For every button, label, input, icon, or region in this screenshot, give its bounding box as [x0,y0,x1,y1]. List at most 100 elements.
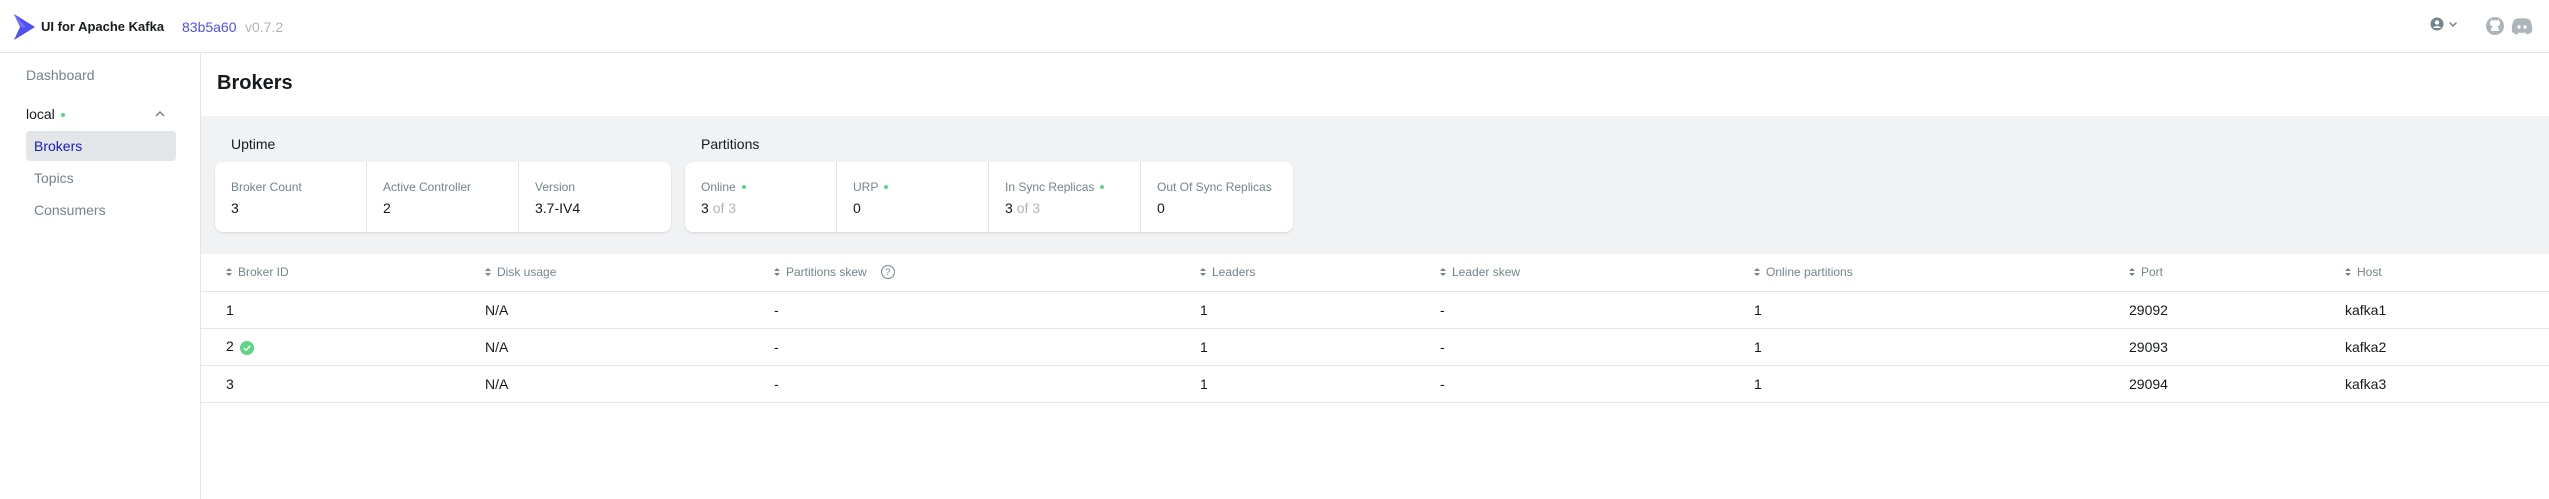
info-icon[interactable]: ? [880,265,895,280]
leader-skew-cell: - [1440,365,1754,403]
column-header-leaders[interactable]: Leaders [1200,254,1440,292]
sidebar-item-label: Topics [34,170,74,186]
metric-value-number: 3 [701,200,709,216]
online-partitions-cell: 1 [1754,365,2129,403]
metric-value: 3 [231,200,239,216]
sort-icon [1754,268,1760,277]
table-row[interactable]: 2 N/A - 1 - 1 29093 kafka2 [201,328,2549,366]
metric-value: 0 [1157,200,1165,216]
column-header-leader-skew[interactable]: Leader skew [1440,254,1754,292]
sidebar-item-label: Brokers [34,138,83,154]
sort-icon [226,268,232,277]
metric-value: 3.7-IV4 [535,200,581,216]
chevron-up-icon[interactable] [154,109,166,119]
metric-value: 0 [853,200,861,216]
port-cell: 29094 [2129,365,2345,403]
column-label: Port [2141,265,2164,280]
uptime-cards: Broker Count 3 Active Controller 2 Versi… [215,162,671,232]
cluster-status-dot [60,112,65,117]
metric-card: Out Of Sync Replicas 0 [1141,162,1293,232]
chevron-down-icon [2448,21,2458,28]
sidebar-item-consumers[interactable]: Consumers [26,195,176,225]
metric-value: 3 of 3 [701,200,820,216]
partitions-skew-cell: - [774,365,1200,403]
sidebar-item-label: Consumers [34,202,106,218]
user-menu[interactable] [2430,17,2458,31]
status-dot [1100,185,1105,189]
disk-usage-cell: N/A [485,328,774,366]
metric-label-text: Online [701,180,736,194]
sort-icon [1440,268,1446,277]
metric-label: URP [853,180,972,194]
table-row[interactable]: 3 N/A - 1 - 1 29094 kafka3 [201,365,2549,403]
online-partitions-cell: 1 [1754,328,2129,366]
column-label: Partitions skew [786,265,867,280]
brand-name[interactable]: UI for Apache Kafka [41,19,164,34]
broker-id-cell[interactable]: 3 [226,365,485,403]
metrics-panel: Uptime Broker Count 3 Active Controller … [201,116,2549,254]
cluster-toggle[interactable]: local [26,106,65,122]
online-partitions-cell: 1 [1754,291,2129,329]
metric-label: In Sync Replicas [1005,180,1124,194]
column-label: Leaders [1212,265,1256,280]
leaders-cell: 1 [1200,365,1440,403]
brokers-table: Broker ID Disk usage Partitions skew? Le… [201,254,2549,403]
page-title: Brokers [217,72,293,94]
commit-link[interactable]: 83b5a60 [182,19,237,35]
partitions-title: Partitions [701,136,760,152]
broker-id: 2 [226,338,234,355]
kafka-logo-icon[interactable] [12,13,36,41]
metric-card: Active Controller 2 [367,162,519,232]
metric-value-number: 3 [1005,200,1013,216]
user-menu-icon [2430,17,2444,31]
version-label: v0.7.2 [245,19,284,35]
column-label: Online partitions [1766,265,1853,280]
metric-label: Active Controller [383,180,472,194]
partitions-cards: Online 3 of 3 URP 0 In Sync Replicas 3 o… [685,162,1293,232]
column-header-disk-usage[interactable]: Disk usage [485,254,774,292]
github-icon[interactable] [2484,15,2506,37]
partitions-skew-cell: - [774,328,1200,366]
table-header-row: Broker ID Disk usage Partitions skew? Le… [201,254,2549,292]
sidebar-item-topics[interactable]: Topics [26,163,176,193]
broker-id-cell[interactable]: 1 [226,291,485,329]
host-cell: kafka2 [2345,328,2549,366]
broker-id-cell[interactable]: 2 [226,328,485,366]
column-label: Host [2357,265,2382,280]
disk-usage-cell: N/A [485,365,774,403]
discord-icon[interactable] [2510,15,2534,37]
sort-icon [1200,268,1206,277]
metric-card: Version 3.7-IV4 [519,162,671,232]
sidebar-item-dashboard[interactable]: Dashboard [26,67,95,83]
column-header-partitions-skew[interactable]: Partitions skew? [774,254,1200,292]
metric-value: 3 of 3 [1005,200,1124,216]
port-cell: 29092 [2129,291,2345,329]
metric-label-text: URP [853,180,879,194]
metric-value-suffix: of 3 [1016,200,1041,216]
metric-label: Version [535,180,576,194]
column-header-online-partitions[interactable]: Online partitions [1754,254,2129,292]
sidebar-item-brokers[interactable]: Brokers [26,131,176,161]
sort-icon [485,268,491,277]
column-header-host[interactable]: Host [2345,254,2549,292]
column-label: Disk usage [497,265,557,280]
metric-card: In Sync Replicas 3 of 3 [989,162,1141,232]
metric-label: Broker Count [231,180,302,194]
host-cell: kafka3 [2345,365,2549,403]
leader-skew-cell: - [1440,291,1754,329]
metric-label: Out Of Sync Replicas [1157,180,1272,194]
metric-card: URP 0 [837,162,989,232]
leaders-cell: 1 [1200,291,1440,329]
metric-label: Online [701,180,820,194]
column-header-broker-id[interactable]: Broker ID [226,254,485,292]
main-content: Brokers Uptime Broker Count 3 Active Con… [201,53,2549,499]
metric-label-text: In Sync Replicas [1005,180,1095,194]
metric-card: Online 3 of 3 [685,162,837,232]
status-dot [741,185,746,189]
top-bar: UI for Apache Kafka 83b5a60 v0.7.2 [0,0,2549,53]
table-row[interactable]: 1 N/A - 1 - 1 29092 kafka1 [201,291,2549,329]
uptime-title: Uptime [231,136,276,152]
column-label: Leader skew [1452,265,1521,280]
metric-card: Broker Count 3 [215,162,367,232]
column-header-port[interactable]: Port [2129,254,2345,292]
